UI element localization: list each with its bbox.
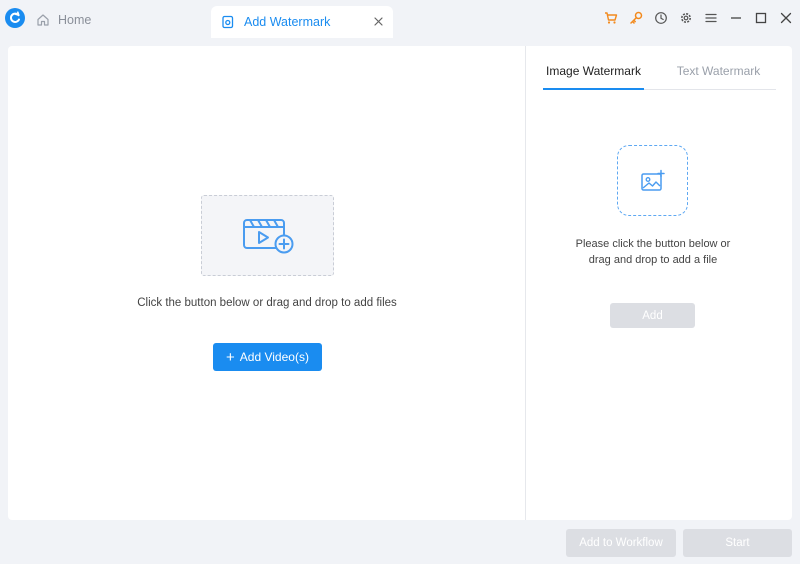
tab-close-icon[interactable] bbox=[371, 14, 385, 28]
tab-home-label: Home bbox=[58, 13, 92, 27]
maximize-icon[interactable] bbox=[753, 10, 769, 26]
drop-hint-text: Click the button below or drag and drop … bbox=[137, 297, 397, 309]
start-button[interactable]: Start bbox=[683, 529, 792, 557]
add-videos-label: Add Video(s) bbox=[239, 350, 309, 364]
window-controls bbox=[603, 8, 794, 28]
cart-icon[interactable] bbox=[603, 10, 619, 26]
watermark-icon bbox=[221, 15, 235, 29]
add-to-workflow-button[interactable]: Add to Workflow bbox=[566, 529, 676, 557]
image-drop-zone[interactable] bbox=[617, 145, 688, 216]
main-panel: Click the button below or drag and drop … bbox=[8, 46, 792, 520]
add-image-button[interactable]: Add bbox=[610, 303, 695, 328]
history-icon[interactable] bbox=[653, 10, 669, 26]
close-icon[interactable] bbox=[778, 10, 794, 26]
image-hint-line-2: drag and drop to add a file bbox=[588, 254, 718, 266]
image-hint-text: Please click the button below or drag an… bbox=[527, 236, 779, 268]
key-icon[interactable] bbox=[628, 10, 644, 26]
video-drop-zone[interactable] bbox=[201, 195, 334, 276]
plus-icon: + bbox=[226, 348, 235, 366]
tab-text-watermark[interactable]: Text Watermark bbox=[661, 64, 776, 90]
minimize-icon[interactable] bbox=[728, 10, 744, 26]
tab-add-watermark-label: Add Watermark bbox=[244, 15, 331, 29]
image-hint-line-1: Please click the button below or bbox=[575, 238, 731, 250]
video-drop-area[interactable]: Click the button below or drag and drop … bbox=[8, 46, 526, 520]
menu-icon[interactable] bbox=[703, 10, 719, 26]
app-logo-icon bbox=[5, 8, 25, 28]
tab-home[interactable]: Home bbox=[36, 8, 91, 32]
tab-image-watermark[interactable]: Image Watermark bbox=[543, 64, 644, 90]
add-videos-button[interactable]: + Add Video(s) bbox=[213, 343, 322, 371]
tab-add-watermark[interactable]: Add Watermark bbox=[211, 6, 393, 38]
watermark-tabs: Image Watermark Text Watermark bbox=[543, 64, 776, 90]
add-video-icon bbox=[240, 216, 296, 256]
add-image-icon bbox=[640, 169, 666, 193]
home-icon bbox=[36, 13, 50, 27]
title-bar: Home Add Watermark bbox=[0, 0, 800, 38]
watermark-panel: Image Watermark Text Watermark Please cl… bbox=[527, 46, 792, 520]
settings-icon[interactable] bbox=[678, 10, 694, 26]
